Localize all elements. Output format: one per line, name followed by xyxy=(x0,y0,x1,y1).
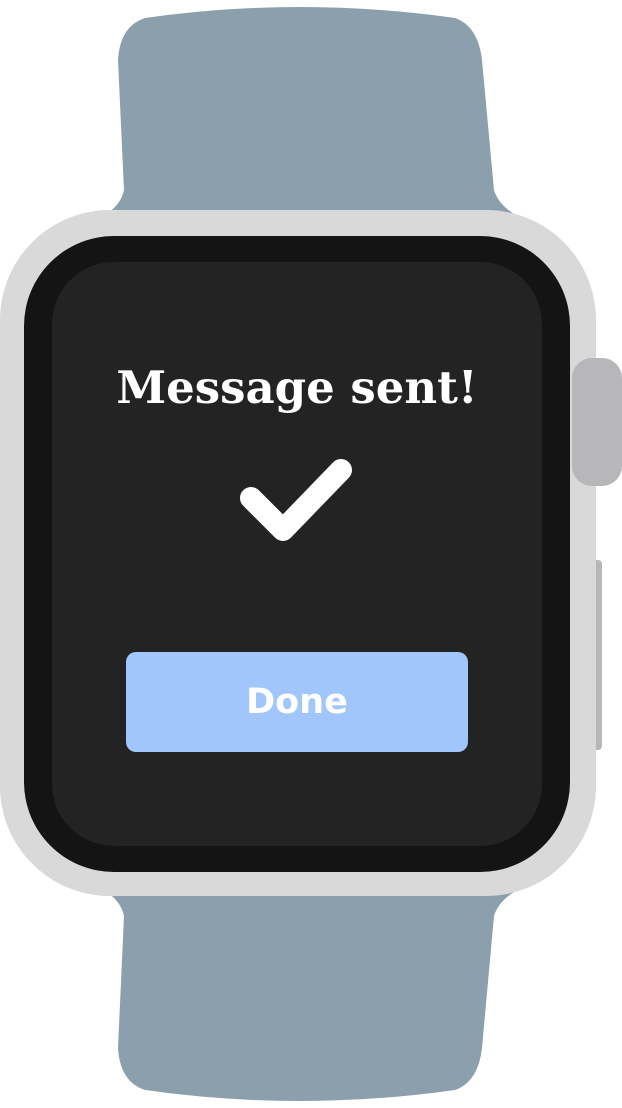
digital-crown[interactable] xyxy=(572,358,622,486)
done-button[interactable]: Done xyxy=(126,652,468,752)
watch-band-top xyxy=(92,7,530,222)
message-sent-title: Message sent! xyxy=(116,361,478,414)
watch-band-bottom xyxy=(92,884,530,1101)
checkmark-icon xyxy=(240,459,352,541)
watch-screen: Message sent! Done xyxy=(52,262,542,846)
